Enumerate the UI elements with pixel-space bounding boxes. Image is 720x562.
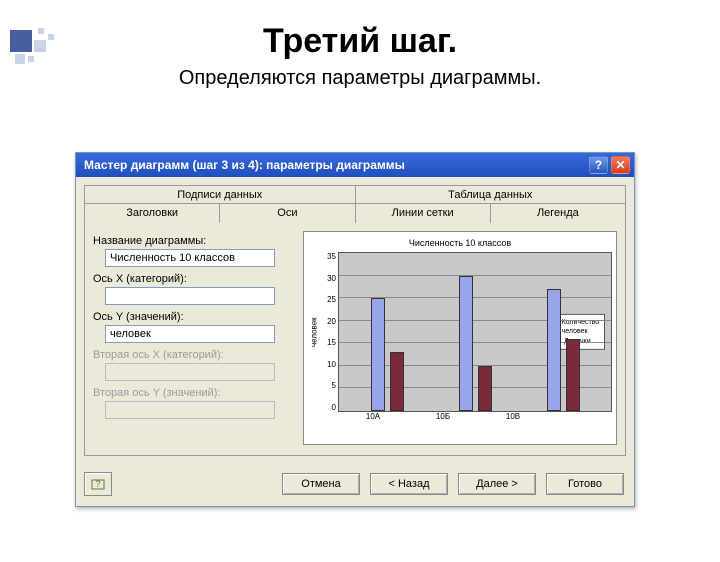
input-axis-y[interactable] [105, 325, 275, 343]
tab-gridlines[interactable]: Линии сетки [356, 203, 491, 223]
bar-group [459, 276, 492, 411]
back-button[interactable]: < Назад [370, 473, 448, 495]
chart-preview: Численность 10 классов человек 353025201… [303, 231, 617, 445]
bar-group [547, 289, 580, 411]
dialog-button-row: ? Отмена < Назад Далее > Готово [76, 464, 634, 506]
tabs-row-secondary: Подписи данных Таблица данных [84, 185, 626, 204]
finish-button[interactable]: Готово [546, 473, 624, 495]
bar-group [371, 298, 404, 411]
tab-titles[interactable]: Заголовки [84, 203, 220, 223]
slide-title: Третий шаг. [0, 22, 720, 61]
label-axis-y2: Вторая ось Y (значений): [93, 387, 293, 399]
tab-axes[interactable]: Оси [220, 203, 355, 223]
tab-legend[interactable]: Легенда [491, 203, 626, 223]
slide-subtitle: Определяются параметры диаграммы. [0, 67, 720, 90]
context-help-button[interactable]: ? [84, 472, 112, 496]
bar [459, 276, 473, 411]
label-axis-x2: Вторая ось X (категорий): [93, 349, 293, 361]
label-axis-x: Ось X (категорий): [93, 273, 293, 285]
preview-y-ticks: 35302520151050 [320, 252, 338, 412]
bar [566, 339, 580, 411]
titlebar: Мастер диаграмм (шаг 3 из 4): параметры … [76, 153, 634, 177]
titlebar-help-button[interactable]: ? [589, 156, 608, 174]
bar [547, 289, 561, 411]
cancel-button[interactable]: Отмена [282, 473, 360, 495]
tab-data-table[interactable]: Таблица данных [356, 185, 627, 204]
help-icon: ? [91, 477, 105, 491]
tab-data-labels[interactable]: Подписи данных [84, 185, 356, 204]
dialog-title: Мастер диаграмм (шаг 3 из 4): параметры … [84, 158, 586, 172]
bar [390, 352, 404, 411]
tab-pane-titles: Название диаграммы: Ось X (категорий): О… [84, 223, 626, 456]
preview-plot-area: Количество человекДевочки [338, 252, 612, 412]
dialog-body: Подписи данных Таблица данных Заголовки … [76, 177, 634, 464]
fields-column: Название диаграммы: Ось X (категорий): О… [93, 231, 293, 445]
bar [478, 366, 492, 411]
preview-y-label: человек [308, 252, 320, 412]
svg-text:?: ? [95, 479, 100, 489]
bar [371, 298, 385, 411]
next-button[interactable]: Далее > [458, 473, 536, 495]
input-chart-title[interactable] [105, 249, 275, 267]
input-axis-x2 [105, 363, 275, 381]
preview-x-ticks: 10А10Б10В [338, 412, 548, 421]
label-axis-y: Ось Y (значений): [93, 311, 293, 323]
label-chart-title: Название диаграммы: [93, 235, 293, 247]
preview-chart-title: Численность 10 классов [308, 238, 612, 248]
titlebar-close-button[interactable]: ✕ [611, 156, 630, 174]
tabs-row-primary: Заголовки Оси Линии сетки Легенда [84, 203, 626, 223]
input-axis-x[interactable] [105, 287, 275, 305]
input-axis-y2 [105, 401, 275, 419]
chart-wizard-dialog: Мастер диаграмм (шаг 3 из 4): параметры … [75, 152, 635, 507]
